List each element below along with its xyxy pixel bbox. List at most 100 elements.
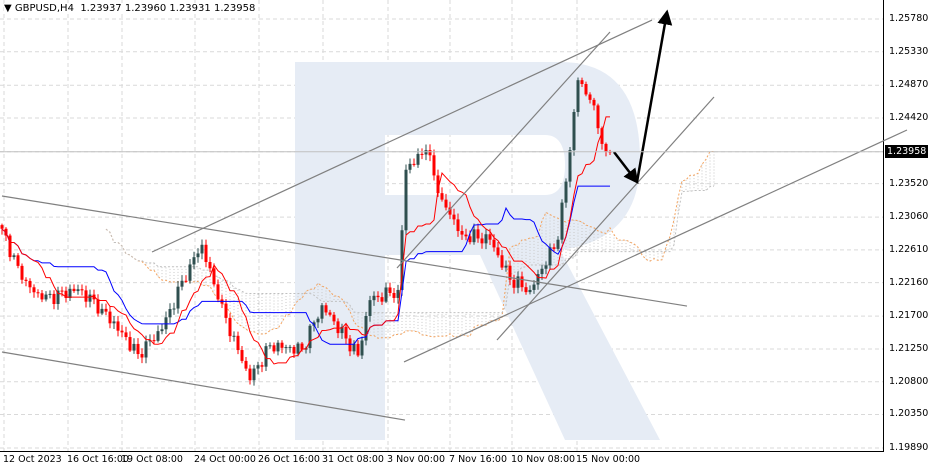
x-tick-label: 3 Nov 00:00 — [387, 454, 446, 465]
high-value: 1.23960 — [124, 3, 167, 14]
candle-bear — [376, 295, 380, 298]
candle-bull — [384, 287, 388, 302]
candle-bear — [104, 308, 108, 312]
candle-bull — [576, 80, 580, 113]
candle-bull — [12, 255, 16, 258]
candle-bear — [280, 342, 284, 348]
y-tick-label: 1.20350 — [889, 408, 929, 420]
x-tick-label: 7 Nov 16:00 — [449, 454, 508, 465]
y-tick-label: 1.23060 — [889, 211, 929, 223]
candle-bear — [212, 268, 216, 285]
candle-bear — [388, 287, 392, 294]
candle-bear — [584, 83, 588, 95]
candle-bear — [444, 199, 448, 208]
candle-bear — [524, 287, 528, 293]
chart-title: ▼ GBPUSD,H4 1.23937 1.23960 1.23931 1.23… — [4, 3, 259, 14]
candle-bear — [124, 332, 128, 338]
candle-bear — [228, 317, 232, 337]
candle-bull — [532, 284, 536, 290]
chart-window[interactable]: ▼ GBPUSD,H4 1.23937 1.23960 1.23931 1.23… — [0, 0, 931, 471]
candle-bear — [52, 293, 56, 305]
candle-bear — [84, 290, 88, 302]
candle-bear — [456, 219, 460, 232]
symbol: GBPUSD,H4 — [14, 3, 74, 14]
x-tick-label: 24 Oct 00:00 — [194, 454, 256, 465]
candle-bull — [540, 268, 544, 275]
x-tick-label: 26 Oct 16:00 — [258, 454, 320, 465]
candle-bear — [120, 330, 124, 333]
candle-bull — [288, 346, 292, 348]
y-tick-label: 1.25780 — [889, 13, 929, 24]
candle-bull — [268, 345, 272, 347]
candle-bear — [224, 303, 228, 318]
candle-bear — [96, 299, 100, 314]
candle-bear — [248, 368, 252, 381]
candle-bear — [344, 326, 348, 339]
candle-bull — [408, 163, 412, 170]
candle-bull — [232, 335, 236, 337]
candle-bull — [188, 264, 192, 281]
candle-bear — [332, 314, 336, 322]
candle-bull — [76, 289, 80, 292]
candle-bear — [336, 321, 340, 334]
candle-bull — [164, 317, 168, 330]
candle-bull — [316, 318, 320, 323]
x-tick-label: 10 Nov 08:00 — [511, 454, 576, 465]
candle-bull — [504, 265, 508, 268]
candle-bull — [252, 368, 256, 381]
candle-bear — [380, 297, 384, 302]
candle-bear — [108, 311, 112, 324]
candle-bull — [396, 289, 400, 298]
candle-bear — [20, 265, 24, 280]
x-tick-label: 15 Nov 00:00 — [576, 454, 641, 465]
candle-bull — [308, 325, 312, 349]
candle-bull — [472, 229, 476, 243]
candle-bear — [520, 276, 524, 288]
candle-bear — [496, 247, 500, 256]
candle-bull — [284, 347, 288, 349]
candle-bear — [0, 225, 4, 229]
candle-bull — [572, 112, 576, 151]
candle-bull — [352, 343, 356, 352]
candle-bull — [372, 295, 376, 301]
y-tick-label: 1.25330 — [889, 45, 929, 57]
candle-bear — [440, 193, 444, 200]
current-price-label: 1.23958 — [885, 144, 929, 158]
candle-bear — [500, 255, 504, 268]
candle-bear — [184, 280, 188, 282]
candle-bear — [604, 143, 608, 152]
candle-bear — [292, 346, 296, 354]
candle-bear — [128, 337, 132, 351]
candle-bear — [592, 99, 596, 106]
candle-bull — [276, 342, 280, 352]
candle-bear — [36, 292, 40, 294]
candle-bear — [348, 338, 352, 352]
candle-bull — [564, 181, 568, 203]
candle-bear — [412, 163, 416, 165]
candle-bear — [240, 350, 244, 361]
candle-bull — [180, 280, 184, 287]
candle-bear — [204, 244, 208, 263]
candle-bull — [168, 309, 172, 318]
candle-bull — [548, 247, 552, 266]
candle-bull — [48, 293, 52, 295]
candle-bull — [404, 169, 408, 231]
candle-bear — [72, 288, 76, 292]
candle-bear — [236, 335, 240, 351]
candle-bear — [464, 234, 468, 237]
candle-bear — [152, 340, 156, 342]
candle-bull — [132, 343, 136, 351]
candle-bull — [256, 365, 260, 369]
candle-bull — [144, 341, 148, 358]
candle-bull — [196, 253, 200, 258]
y-tick-label: 1.23520 — [889, 177, 929, 189]
y-tick-label: 1.24420 — [889, 112, 929, 124]
y-tick-label: 1.20800 — [889, 375, 929, 387]
candle-bull — [368, 300, 372, 316]
candle-bull — [568, 150, 572, 182]
candle-bull — [156, 331, 160, 341]
candle-bear — [432, 155, 436, 176]
candle-bear — [512, 279, 516, 288]
candle-bull — [160, 329, 164, 332]
candle-bull — [296, 343, 300, 354]
